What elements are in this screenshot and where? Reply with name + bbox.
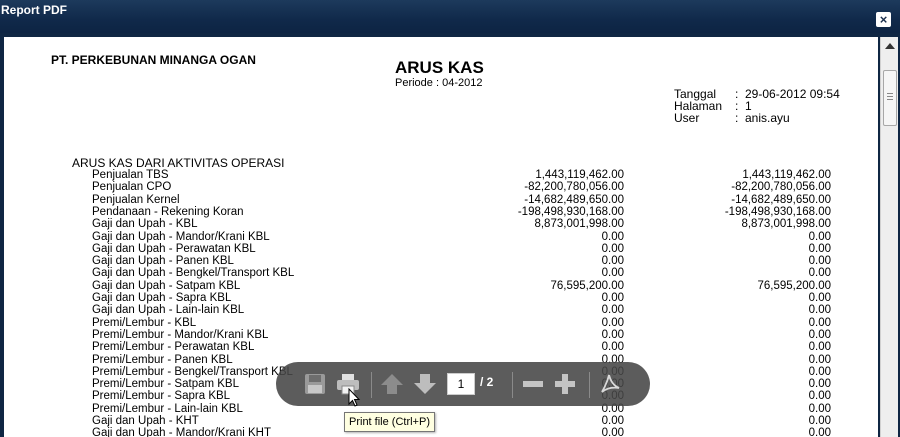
row-value-total: 0.00 xyxy=(808,317,831,329)
row-value-period: 0.00 xyxy=(601,304,624,316)
row-value-period: 8,873,001,998.00 xyxy=(534,218,624,230)
scroll-up-icon[interactable] xyxy=(885,43,895,49)
table-row: Gaji dan Upah - Perawatan KBL 0.00 0.00 xyxy=(4,243,878,255)
page-up-icon[interactable] xyxy=(380,373,404,400)
row-value-total: 0.00 xyxy=(808,292,831,304)
table-row: Premi/Lembur - Mandor/Krani KBL 0.00 0.00 xyxy=(4,329,878,341)
close-button[interactable]: × xyxy=(876,12,891,27)
row-value-period: 0.00 xyxy=(601,267,624,279)
row-value-total: -82,200,780,056.00 xyxy=(731,181,831,193)
vertical-scrollbar[interactable] xyxy=(880,37,898,437)
table-row: Premi/Lembur - KBL 0.00 0.00 xyxy=(4,317,878,329)
row-value-period: 0.00 xyxy=(601,329,624,341)
row-value-period: 0.00 xyxy=(601,231,624,243)
table-row: Gaji dan Upah - Lain-lain KBL 0.00 0.00 xyxy=(4,304,878,316)
table-row: Gaji dan Upah - Bengkel/Transport KBL 0.0… xyxy=(4,267,878,279)
row-value-total: 0.00 xyxy=(808,267,831,279)
row-label: Premi/Lembur - Lain-lain KBL xyxy=(92,403,243,415)
row-label: Gaji dan Upah - Mandor/Krani KBL xyxy=(92,231,270,243)
row-label: Premi/Lembur - Mandor/Krani KBL xyxy=(92,329,269,341)
row-label: Premi/Lembur - Bengkel/Transport KBL xyxy=(92,366,293,378)
row-value-period: 0.00 xyxy=(601,341,624,353)
row-label: Penjualan Kernel xyxy=(92,194,180,206)
row-value-total: 0.00 xyxy=(808,354,831,366)
report-period: Periode : 04-2012 xyxy=(395,77,483,89)
row-label: Gaji dan Upah - Lain-lain KBL xyxy=(92,304,245,316)
row-value-period: 0.00 xyxy=(601,415,624,427)
table-row: Penjualan Kernel -14,682,489,650.00 -14,68… xyxy=(4,194,878,206)
window-titlebar: Report PDF × xyxy=(0,0,900,33)
row-value-total: 8,873,001,998.00 xyxy=(741,218,831,230)
row-value-total: -14,682,489,650.00 xyxy=(731,194,831,206)
row-value-total: 0.00 xyxy=(808,403,831,415)
report-title: ARUS KAS xyxy=(395,58,484,77)
row-value-period: -82,200,780,056.00 xyxy=(524,181,624,193)
table-row: Gaji dan Upah - Sapra KBL 0.00 0.00 xyxy=(4,292,878,304)
row-value-total: 0.00 xyxy=(808,341,831,353)
table-row: Pendanaan - Rekening Koran -198,498,930,1… xyxy=(4,206,878,218)
row-value-period: -198,498,930,168.00 xyxy=(517,206,624,218)
row-value-total: 76,595,200.00 xyxy=(757,280,831,292)
row-value-total: -198,498,930,168.00 xyxy=(724,206,831,218)
table-row: Gaji dan Upah - Panen KBL 0.00 0.00 xyxy=(4,255,878,267)
zoom-out-icon[interactable] xyxy=(522,373,544,400)
row-value-period: 0.00 xyxy=(601,255,624,267)
row-value-period: 0.00 xyxy=(601,317,624,329)
table-row: Gaji dan Upah - Satpam KBL 76,595,200.00 7… xyxy=(4,280,878,292)
table-row: Penjualan TBS 1,443,119,462.00 1,443,119,4… xyxy=(4,169,878,181)
row-label: Gaji dan Upah - Mandor/Krani KHT xyxy=(92,427,271,437)
row-value-period: 1,443,119,462.00 xyxy=(535,169,624,181)
page-total: / 2 xyxy=(480,375,494,389)
zoom-in-icon[interactable] xyxy=(554,373,576,400)
row-value-total: 0.00 xyxy=(808,427,831,437)
row-value-total: 1,443,119,462.00 xyxy=(742,169,831,181)
row-label: Premi/Lembur - Satpam KBL xyxy=(92,378,240,390)
row-value-period: -14,682,489,650.00 xyxy=(524,194,624,206)
row-value-period: 0.00 xyxy=(601,292,624,304)
section-title: ARUS KAS DARI AKTIVITAS OPERASI xyxy=(72,156,285,170)
row-label: Gaji dan Upah - KBL xyxy=(92,218,198,230)
row-label: Penjualan TBS xyxy=(92,169,169,181)
row-label: Gaji dan Upah - Sapra KBL xyxy=(92,292,232,304)
row-value-total: 0.00 xyxy=(808,415,831,427)
row-label: Pendanaan - Rekening Koran xyxy=(92,206,244,218)
company-name: PT. PERKEBUNAN MINANGA OGAN xyxy=(51,53,256,67)
mouse-cursor-icon xyxy=(348,387,362,413)
row-label: Gaji dan Upah - Panen KBL xyxy=(92,255,234,267)
row-value-period: 0.00 xyxy=(601,427,624,437)
row-label: Penjualan CPO xyxy=(92,181,172,193)
save-icon[interactable] xyxy=(304,373,326,400)
row-label: Premi/Lembur - Panen KBL xyxy=(92,354,233,366)
row-label: Premi/Lembur - Perawatan KBL xyxy=(92,341,255,353)
window-title: Report PDF xyxy=(1,3,67,17)
table-row: Penjualan CPO -82,200,780,056.00 -82,200,7… xyxy=(4,181,878,193)
row-value-total: 0.00 xyxy=(808,243,831,255)
table-row: Premi/Lembur - Perawatan KBL 0.00 0.00 xyxy=(4,341,878,353)
table-row: Gaji dan Upah - Mandor/Krani KBL 0.00 0.00 xyxy=(4,231,878,243)
row-label: Gaji dan Upah - Perawatan KBL xyxy=(92,243,256,255)
row-value-total: 0.00 xyxy=(808,231,831,243)
row-value-total: 0.00 xyxy=(808,304,831,316)
row-label: Premi/Lembur - Sapra KBL xyxy=(92,390,231,402)
row-value-period: 76,595,200.00 xyxy=(550,280,624,292)
page-number-input[interactable]: 1 xyxy=(447,373,475,395)
pdf-toolbar: 1 / 2 xyxy=(276,362,650,406)
scrollbar-thumb[interactable] xyxy=(883,70,897,126)
table-row: Gaji dan Upah - KHT 0.00 0.00 xyxy=(4,415,878,427)
row-value-total: 0.00 xyxy=(808,329,831,341)
row-value-total: 0.00 xyxy=(808,255,831,267)
adobe-acrobat-icon[interactable] xyxy=(598,373,622,400)
table-row: Gaji dan Upah - KBL 8,873,001,998.00 8,873… xyxy=(4,218,878,230)
row-label: Gaji dan Upah - Bengkel/Transport KBL xyxy=(92,267,295,279)
page-down-icon[interactable] xyxy=(413,373,437,400)
row-value-total: 0.00 xyxy=(808,378,831,390)
row-label: Premi/Lembur - KBL xyxy=(92,317,197,329)
row-value-period: 0.00 xyxy=(601,243,624,255)
table-row: Gaji dan Upah - Mandor/Krani KHT 0.00 0.00 xyxy=(4,427,878,437)
row-value-total: 0.00 xyxy=(808,390,831,402)
print-tooltip: Print file (Ctrl+P) xyxy=(344,412,435,432)
row-value-total: 0.00 xyxy=(808,366,831,378)
row-label: Gaji dan Upah - Satpam KBL xyxy=(92,280,241,292)
row-label: Gaji dan Upah - KHT xyxy=(92,415,199,427)
